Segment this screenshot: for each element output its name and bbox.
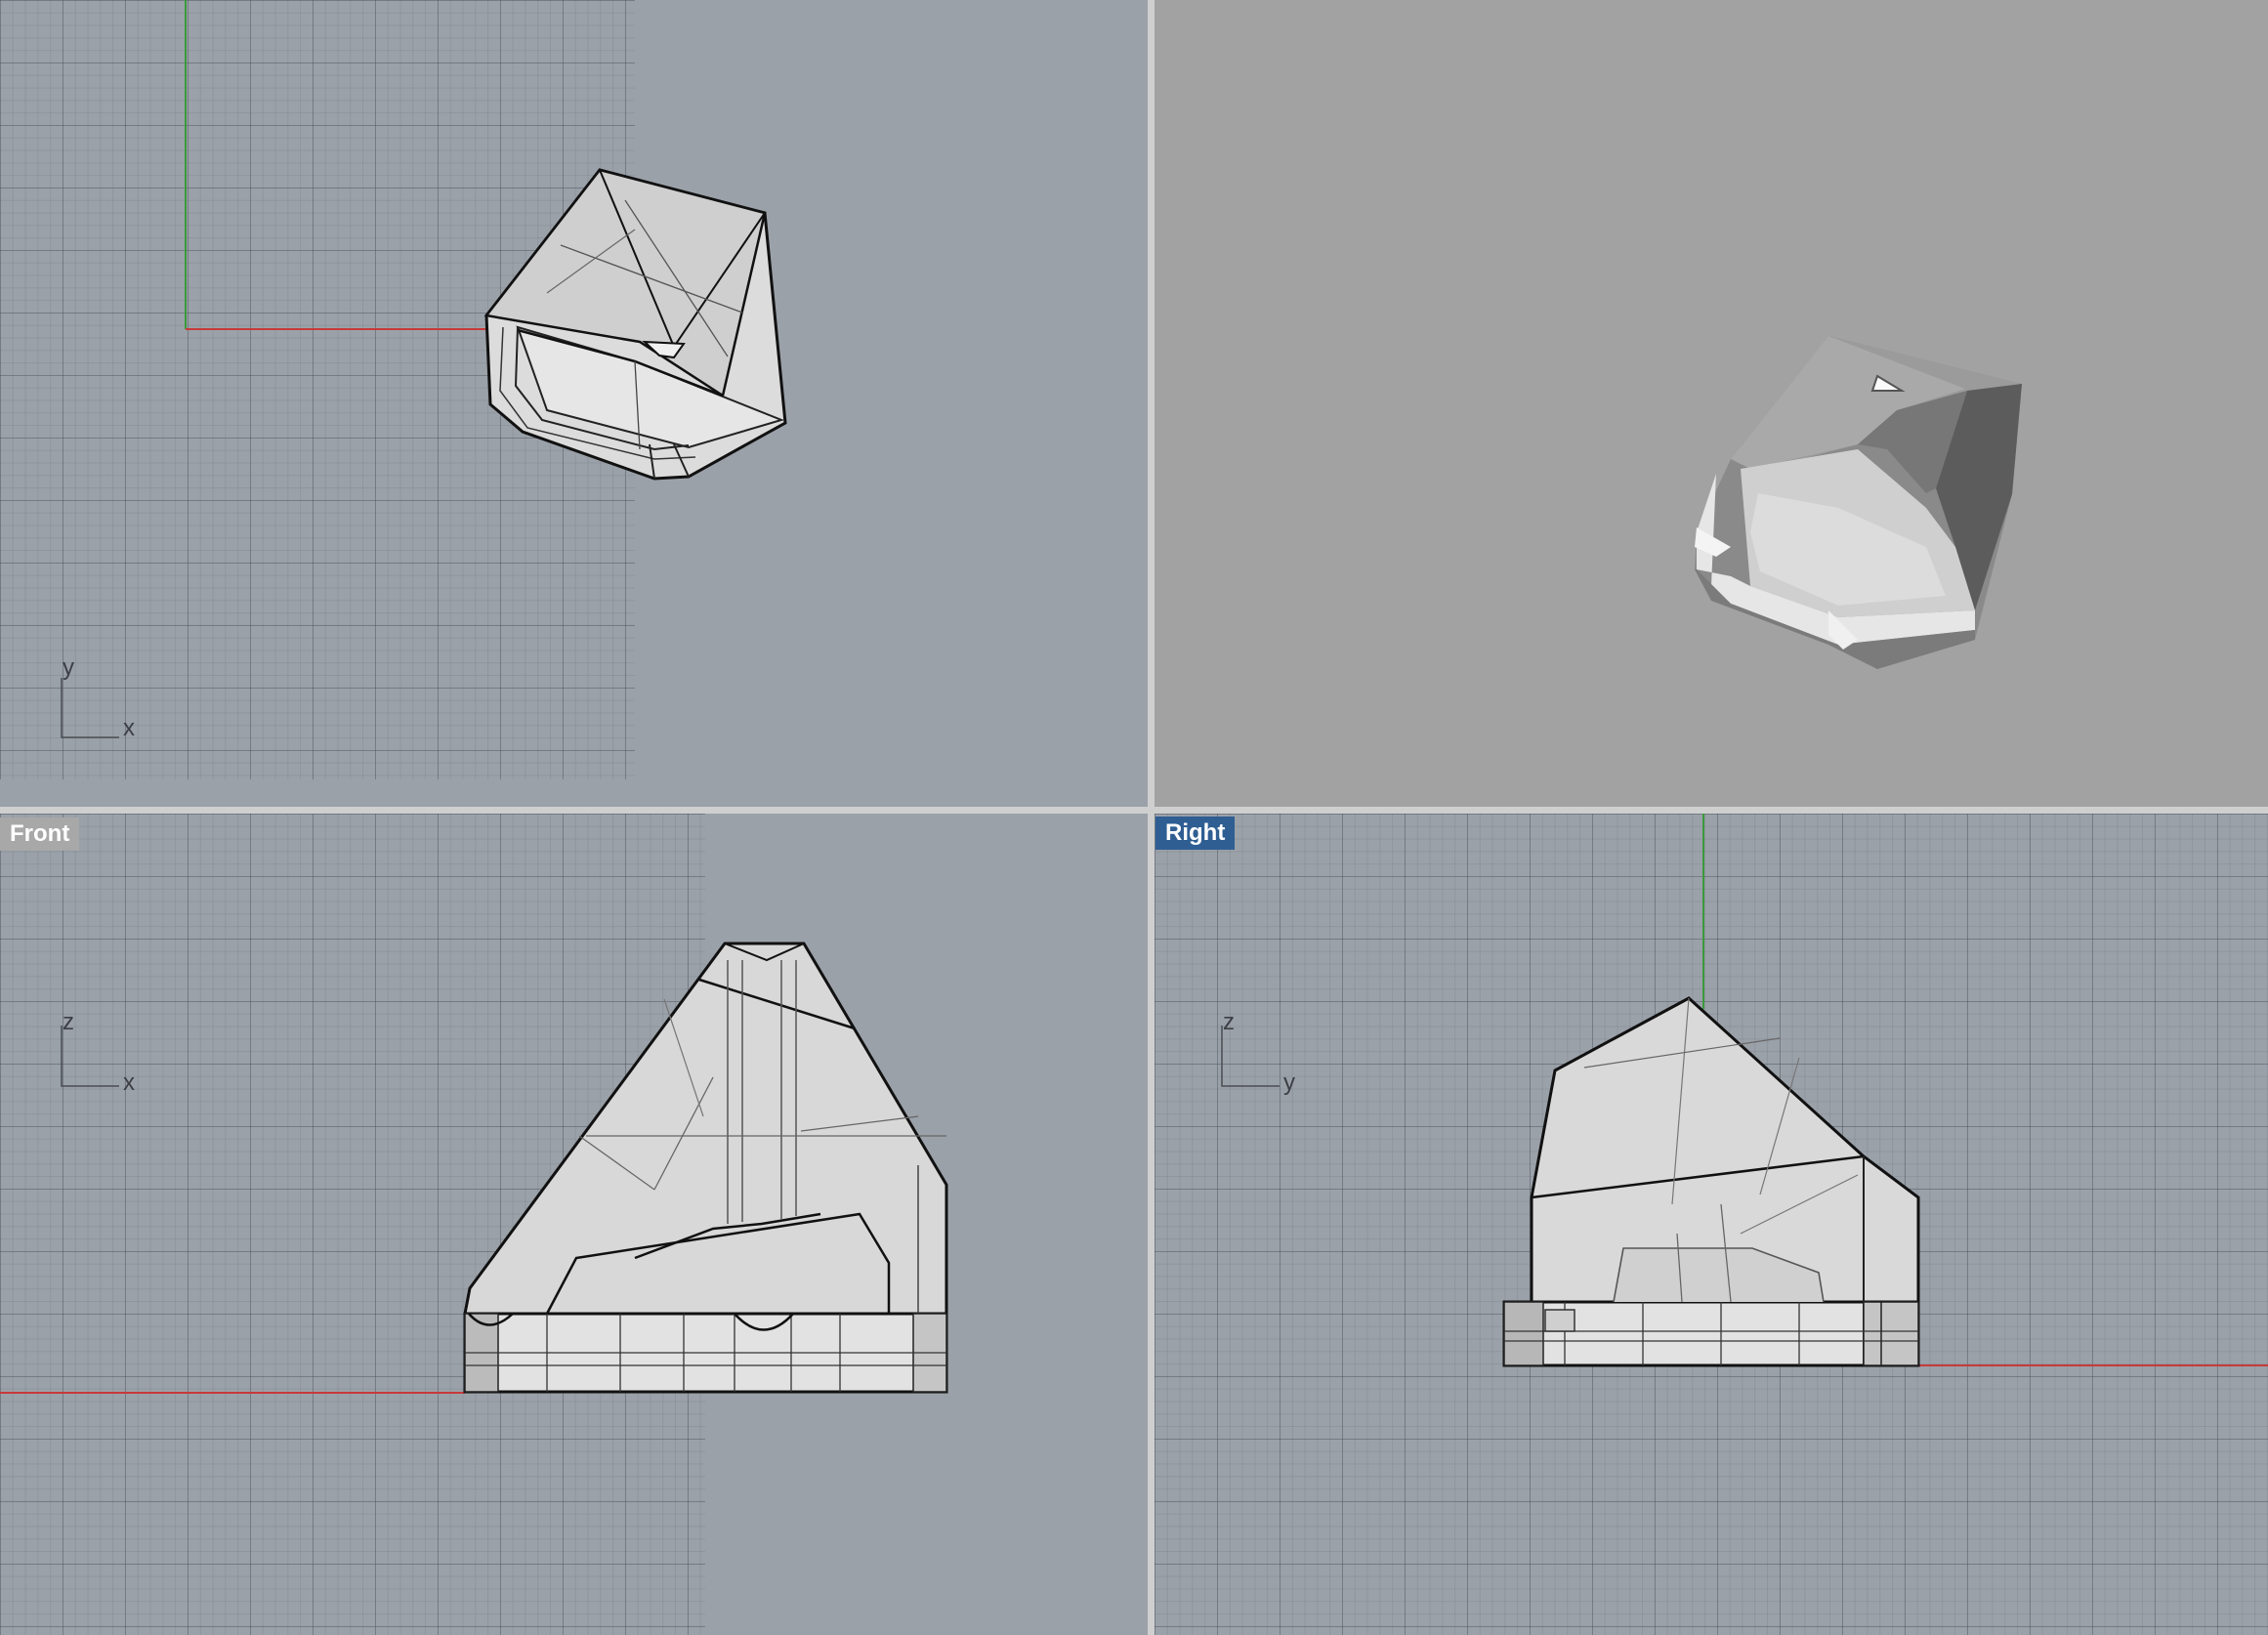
front-view-drawing	[0, 942, 948, 1394]
axis-gizmo	[61, 678, 119, 738]
viewport-perspective[interactable]	[1155, 0, 2268, 807]
viewport-top[interactable]: y x	[0, 0, 1148, 807]
axis-label-horizontal: y	[1283, 1069, 1295, 1096]
axis-label-vertical: y	[63, 654, 74, 681]
axis-label-horizontal: x	[123, 715, 135, 741]
right-view-drawing	[1221, 814, 2268, 1367]
top-view-drawing	[61, 0, 787, 738]
viewport-right[interactable]: Right z y	[1155, 814, 2268, 1635]
perspective-render	[1695, 336, 2022, 669]
model-wireframe-front	[463, 942, 948, 1394]
axis-label-horizontal: x	[123, 1069, 135, 1096]
model-shaded	[1695, 336, 2022, 669]
model-wireframe-right	[1502, 996, 1920, 1367]
model-wireframe-top	[483, 168, 787, 481]
viewport-front[interactable]: Front z x	[0, 814, 1148, 1635]
axis-label-vertical: z	[63, 1009, 74, 1035]
axis-label-vertical: z	[1223, 1009, 1235, 1035]
